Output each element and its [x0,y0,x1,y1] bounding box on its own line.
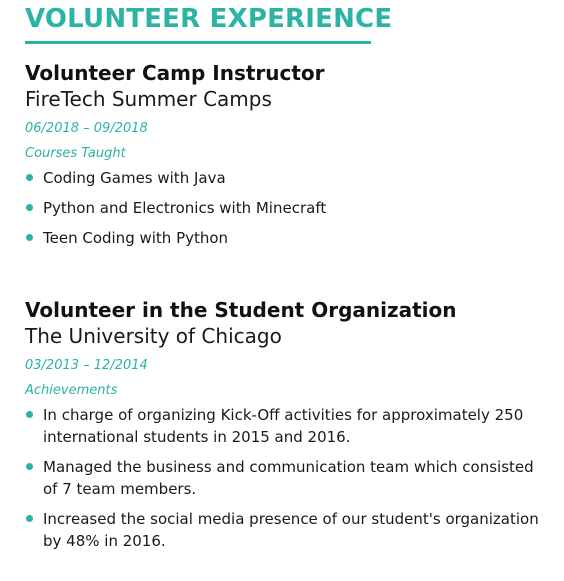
list-item-text: In charge of organizing Kick-Off activit… [43,406,524,446]
bullet-dot-icon [26,234,33,241]
entry-dates: 06/2018 – 09/2018 [25,121,148,136]
volunteer-entry-2: Volunteer in the Student Organization Th… [25,297,550,560]
list-item-text: Python and Electronics with Minecraft [43,199,327,217]
bullet-dot-icon [26,411,33,418]
bullet-dot-icon [26,174,33,181]
bullet-dot-icon [26,463,33,470]
bullet-dot-icon [26,204,33,211]
entry-organization: The University of Chicago [25,324,282,348]
section-title-underline [25,41,371,44]
entry-dates: 03/2013 – 12/2014 [25,358,148,373]
list-item-text: Managed the business and communication t… [43,458,534,498]
volunteer-entry-1: Volunteer Camp Instructor FireTech Summe… [25,60,550,257]
entry-role: Volunteer Camp Instructor [25,61,325,85]
list-item-text: Teen Coding with Python [43,229,229,247]
entry-bullet-list: Coding Games with Java Python and Electr… [25,167,550,249]
list-item: In charge of organizing Kick-Off activit… [25,404,550,448]
list-item: Teen Coding with Python [25,227,550,249]
list-item-text: Increased the social media presence of o… [43,510,539,550]
section-title: VOLUNTEER EXPERIENCE [25,4,393,34]
list-item: Increased the social media presence of o… [25,508,550,552]
bullet-dot-icon [26,515,33,522]
entry-organization: FireTech Summer Camps [25,87,272,111]
entry-role: Volunteer in the Student Organization [25,298,457,322]
list-item-text: Coding Games with Java [43,169,226,187]
list-item: Python and Electronics with Minecraft [25,197,550,219]
entry-subheading: Achievements [25,383,118,398]
list-item: Managed the business and communication t… [25,456,550,500]
list-item: Coding Games with Java [25,167,550,189]
entry-subheading: Courses Taught [25,146,126,161]
entry-bullet-list: In charge of organizing Kick-Off activit… [25,404,550,552]
